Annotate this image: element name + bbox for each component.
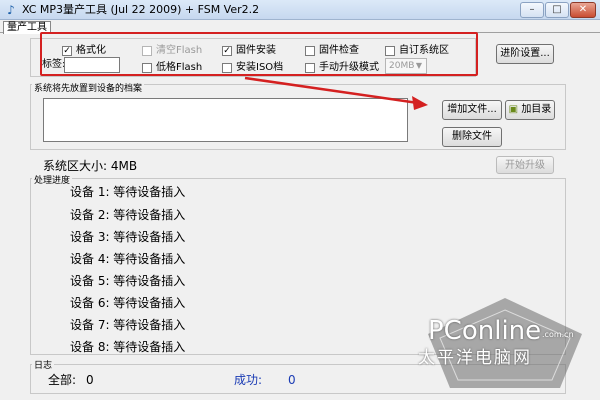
total-label: 全部:: [48, 373, 77, 387]
progress-group-title: 处理进度: [32, 176, 73, 186]
device-status-row: 设备 5: 等待设备插入: [70, 274, 186, 288]
window-title: XC MP3量产工具 (Jul 22 2009) + FSM Ver2.2: [22, 3, 260, 16]
total-value: 0: [86, 373, 94, 387]
delete-file-button[interactable]: 删除文件: [442, 127, 502, 147]
device-status-row: 设备 8: 等待设备插入: [70, 340, 186, 354]
device-status-row: 设备 3: 等待设备插入: [70, 230, 186, 244]
minimize-button[interactable]: –: [520, 2, 544, 18]
device-status-row: 设备 2: 等待设备插入: [70, 208, 186, 222]
device-status-row: 设备 6: 等待设备插入: [70, 296, 186, 310]
annotation-highlight-box: [40, 32, 478, 76]
watermark-domain: .com.cn: [542, 330, 574, 339]
system-area-size: 系统区大小: 4MB: [43, 159, 138, 173]
device-status-row: 设备 1: 等待设备插入: [70, 185, 186, 199]
close-button[interactable]: ✕: [570, 2, 596, 18]
add-directory-label: 加目录: [521, 104, 552, 115]
watermark-logo-text: PConline: [428, 316, 542, 346]
watermark-chinese-name: 太平洋电脑网: [418, 348, 532, 368]
device-status-row: 设备 7: 等待设备插入: [70, 318, 186, 332]
folder-icon: ▣: [508, 104, 519, 115]
success-value: 0: [288, 373, 296, 387]
advanced-settings-button[interactable]: 进阶设置...: [496, 44, 554, 64]
maximize-button[interactable]: □: [545, 2, 569, 18]
success-label: 成功:: [234, 373, 263, 387]
app-icon: ♪: [7, 3, 15, 17]
add-file-button[interactable]: 增加文件...: [442, 100, 502, 120]
title-bar: ♪ XC MP3量产工具 (Jul 22 2009) + FSM Ver2.2 …: [0, 0, 600, 20]
file-group-title: 系统将先放置到设备的档案: [32, 84, 145, 94]
file-list[interactable]: [43, 98, 408, 142]
start-upgrade-button[interactable]: 开始升级: [496, 156, 554, 174]
log-group-title: 日志: [32, 361, 55, 371]
device-status-row: 设备 4: 等待设备插入: [70, 252, 186, 266]
add-directory-button[interactable]: ▣ 加目录: [505, 100, 555, 120]
